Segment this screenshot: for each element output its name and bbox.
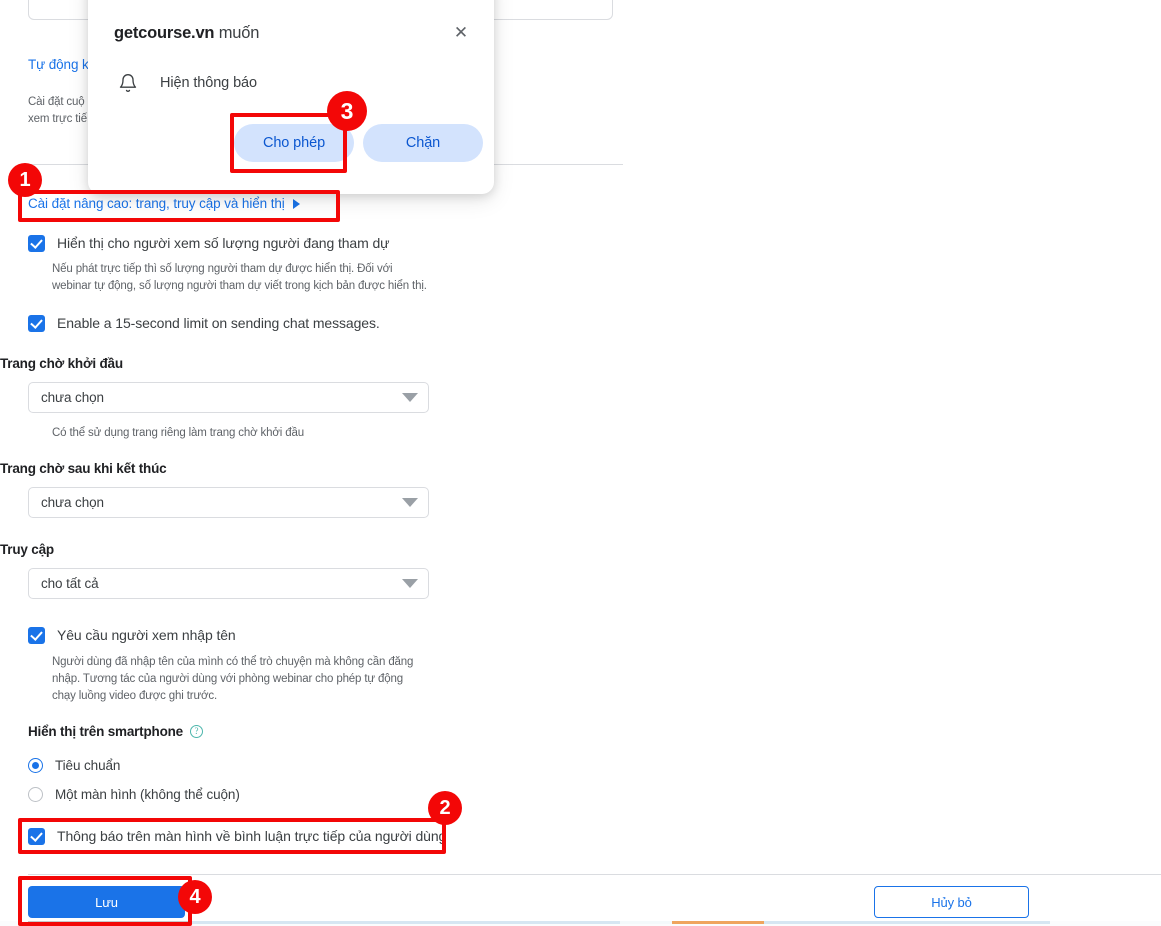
chevron-down-icon: [402, 579, 418, 588]
require-name-checkbox-row[interactable]: Yêu cầu người xem nhập tên: [28, 626, 236, 645]
radio-standard[interactable]: [28, 758, 43, 773]
end-page-label: Trang chờ sau khi kết thúc: [0, 461, 167, 476]
viewer-count-hint: Nếu phát trực tiếp thì số lượng người th…: [52, 263, 427, 292]
close-icon[interactable]: ✕: [450, 22, 472, 44]
require-name-checkbox[interactable]: [28, 627, 45, 644]
cancel-button[interactable]: Hủy bỏ: [874, 886, 1029, 918]
radio-single-screen[interactable]: [28, 787, 43, 802]
chevron-down-icon: [402, 393, 418, 402]
help-circle-icon[interactable]: ?: [189, 725, 203, 738]
viewer-count-label: Hiển thị cho người xem số lượng người đa…: [57, 235, 390, 251]
start-page-select[interactable]: chưa chọn: [28, 382, 429, 413]
radio-single-screen-row[interactable]: Một màn hình (không thể cuộn): [28, 787, 240, 802]
advanced-settings-link[interactable]: Cài đặt nâng cao: trang, truy cập và hiể…: [28, 196, 300, 211]
page-bottom-strip-orange: [672, 921, 764, 924]
dialog-title-suffix: muốn: [214, 24, 260, 42]
smartphone-section-label: Hiển thị trên smartphone: [28, 724, 183, 739]
viewer-count-checkbox[interactable]: [28, 235, 45, 252]
caret-right-icon: [292, 198, 300, 209]
section-divider-bottom: [28, 874, 1161, 875]
radio-standard-row[interactable]: Tiêu chuẩn: [28, 758, 120, 773]
end-page-select[interactable]: chưa chọn: [28, 487, 429, 518]
dialog-block-button[interactable]: Chặn: [363, 124, 483, 162]
access-label: Truy cập: [0, 542, 54, 557]
viewer-count-checkbox-row[interactable]: Hiển thị cho người xem số lượng người đa…: [28, 234, 390, 253]
start-page-value: chưa chọn: [41, 390, 104, 405]
save-button[interactable]: Lưu: [28, 886, 185, 918]
page-bottom-strip-grey: [28, 921, 188, 923]
chevron-down-icon: [402, 498, 418, 507]
dialog-title: getcourse.vn muốn: [114, 24, 259, 43]
page-bottom-strip-blue: [188, 921, 1050, 924]
radio-single-screen-label: Một màn hình (không thể cuộn): [55, 787, 240, 802]
dialog-permission-label: Hiện thông báo: [160, 75, 257, 91]
radio-standard-label: Tiêu chuẩn: [55, 758, 121, 773]
onscreen-notice-checkbox-row[interactable]: Thông báo trên màn hình về bình luận trự…: [28, 827, 446, 846]
start-page-label: Trang chờ khởi đầu: [0, 356, 123, 371]
require-name-label: Yêu cầu người xem nhập tên: [57, 627, 236, 643]
access-value: cho tất cả: [41, 576, 99, 591]
screenshot-root: Tự động kì Cài đặt cuộ ện cho tất cả ngư…: [0, 0, 1161, 926]
auto-start-link[interactable]: Tự động kì: [28, 57, 92, 72]
onscreen-notice-checkbox[interactable]: [28, 828, 45, 845]
smartphone-section-header: Hiển thị trên smartphone ?: [28, 724, 203, 739]
onscreen-notice-label: Thông báo trên màn hình về bình luận trự…: [57, 828, 447, 844]
end-page-value: chưa chọn: [41, 495, 104, 510]
dialog-allow-button[interactable]: Cho phép: [234, 124, 354, 162]
chat-limit-checkbox-row[interactable]: Enable a 15-second limit on sending chat…: [28, 314, 380, 333]
chat-limit-label: Enable a 15-second limit on sending chat…: [57, 315, 380, 331]
advanced-settings-label: Cài đặt nâng cao: trang, truy cập và hiể…: [28, 196, 285, 211]
dialog-permission-row: Hiện thông báo: [118, 72, 257, 94]
dialog-origin: getcourse.vn: [114, 24, 215, 42]
notification-permission-dialog: getcourse.vn muốn ✕ Hiện thông báo Cho p…: [88, 0, 494, 194]
bell-icon: [119, 74, 137, 92]
require-name-hint: Người dùng đã nhập tên của mình có thể t…: [52, 656, 414, 702]
start-page-hint: Có thể sử dụng trang riêng làm trang chờ…: [52, 427, 304, 439]
chat-limit-checkbox[interactable]: [28, 315, 45, 332]
access-select[interactable]: cho tất cả: [28, 568, 429, 599]
